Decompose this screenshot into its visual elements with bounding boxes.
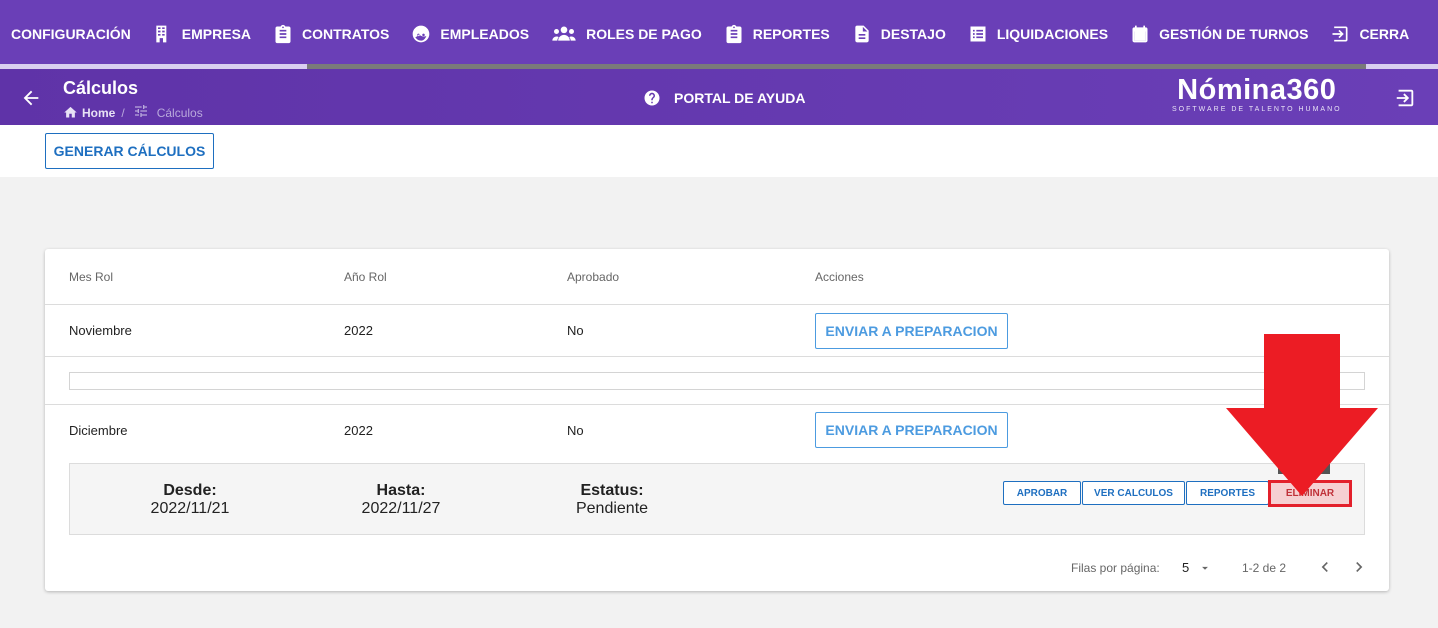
- cell-mes: Noviembre: [69, 323, 132, 338]
- chevron-right-icon: [1356, 562, 1363, 572]
- logo-brand: Nómina360: [1177, 74, 1337, 106]
- send-to-preparation-button[interactable]: ENVIAR A PREPARACION: [815, 412, 1008, 448]
- nav-label: LIQUIDACIONES: [996, 26, 1109, 42]
- breadcrumb: Home / Cálculos: [63, 103, 203, 122]
- document-icon: [855, 25, 869, 43]
- hasta-label: Hasta:: [376, 482, 426, 499]
- clipboard-icon: [275, 24, 291, 44]
- breadcrumb-separator: /: [121, 105, 125, 120]
- group-icon: [552, 26, 576, 41]
- breadcrumb-home[interactable]: Home: [82, 106, 115, 120]
- nav-label: CONFIGURACIÓN: [11, 26, 131, 42]
- view-calculations-button[interactable]: VER CALCULOS: [1082, 481, 1185, 505]
- logout-button[interactable]: [1394, 87, 1416, 109]
- help-label: PORTAL DE AYUDA: [674, 90, 806, 106]
- nav-label: CONTRATOS: [302, 26, 390, 42]
- empty-detail-panel: [69, 372, 1365, 390]
- nav-label: EMPRESA: [181, 26, 252, 42]
- nav-label: DESTAJO: [880, 26, 946, 42]
- nav-gestion-de-turnos[interactable]: GESTIÓN DE TURNOS: [1119, 0, 1319, 68]
- detail-hasta: Hasta: 2022/11/27: [341, 482, 461, 518]
- column-header-acciones: Acciones: [815, 270, 864, 284]
- building-icon: [156, 25, 167, 43]
- desde-value: 2022/11/21: [150, 500, 230, 517]
- send-to-preparation-button[interactable]: ENVIAR A PREPARACION: [815, 313, 1008, 349]
- column-header-mes-rol[interactable]: Mes Rol: [69, 270, 113, 284]
- nav-contratos[interactable]: CONTRATOS: [262, 0, 400, 68]
- page-header: Cálculos Home / Cálculos PORTAL DE AYUDA…: [0, 69, 1438, 125]
- approve-button[interactable]: APROBAR: [1003, 481, 1081, 505]
- list-icon: [970, 26, 986, 42]
- cell-aprobado: No: [567, 323, 584, 338]
- cell-mes: Diciembre: [69, 423, 128, 438]
- nav-roles-de-pago[interactable]: ROLES DE PAGO: [540, 0, 713, 68]
- hasta-value: 2022/11/27: [361, 500, 441, 517]
- rows-per-page-value: 5: [1182, 560, 1190, 575]
- clipboard-icon: [726, 24, 742, 44]
- generate-calculations-button[interactable]: GENERAR CÁLCULOS: [45, 133, 214, 169]
- nav-label: GESTIÓN DE TURNOS: [1159, 26, 1309, 42]
- nav-label: REPORTES: [752, 26, 830, 42]
- tune-icon: [131, 103, 157, 122]
- red-arrow-annotation: [1226, 334, 1378, 496]
- main-nav: CONFIGURACIÓN EMPRESA CONTRATOS EMPLEADO…: [0, 0, 1438, 68]
- nav-label: EMPLEADOS: [440, 26, 530, 42]
- row-detail-panel: Desde: 2022/11/21 Hasta: 2022/11/27 Esta…: [69, 463, 1365, 535]
- calculations-table: Mes Rol Año Rol Aprobado Acciones Noviem…: [45, 249, 1389, 591]
- face-icon: [413, 25, 430, 43]
- nav-reportes[interactable]: REPORTES: [713, 0, 841, 68]
- estatus-value: Pendiente: [575, 500, 649, 517]
- table-row[interactable]: Noviembre 2022 No ENVIAR A PREPARACION: [45, 305, 1389, 357]
- help-portal-link[interactable]: PORTAL DE AYUDA: [643, 89, 805, 107]
- page-title: Cálculos: [63, 78, 139, 98]
- back-button[interactable]: [20, 87, 42, 109]
- column-header-aprobado[interactable]: Aprobado: [567, 270, 619, 284]
- pagination: Filas por página: 5 1-2 de 2: [45, 544, 1389, 591]
- expanded-row-empty: [45, 357, 1389, 405]
- arrow-back-icon: [23, 90, 39, 106]
- dropdown-arrow-icon: [1202, 566, 1209, 570]
- rows-per-page-label: Filas por página:: [1071, 561, 1160, 575]
- nav-empleados[interactable]: EMPLEADOS: [400, 0, 540, 68]
- action-bar: GENERAR CÁLCULOS: [0, 125, 1438, 177]
- nav-empresa[interactable]: EMPRESA: [142, 0, 262, 68]
- nav-destajo[interactable]: DESTAJO: [841, 0, 957, 68]
- help-icon: [644, 90, 660, 106]
- calendar-icon: [1132, 25, 1148, 43]
- next-page-button[interactable]: [1349, 557, 1369, 577]
- table-row[interactable]: Diciembre 2022 No ENVIAR A PREPARACION: [45, 405, 1389, 457]
- nav-label: ROLES DE PAGO: [586, 26, 702, 42]
- nomina360-logo: Nómina360 SOFTWARE DE TALENTO HUMANO: [1172, 75, 1342, 113]
- chevron-left-icon: [1321, 562, 1328, 572]
- detail-estatus: Estatus: Pendiente: [552, 482, 672, 518]
- nav-cerrar[interactable]: CERRA: [1319, 0, 1420, 68]
- desde-label: Desde:: [163, 482, 217, 499]
- logo-tagline: SOFTWARE DE TALENTO HUMANO: [1172, 106, 1342, 113]
- logout-icon: [1396, 89, 1414, 107]
- rows-per-page-select[interactable]: 5: [1182, 560, 1212, 575]
- estatus-label: Estatus:: [580, 482, 644, 499]
- cell-anio: 2022: [344, 423, 373, 438]
- column-header-anio-rol[interactable]: Año Rol: [344, 270, 387, 284]
- detail-desde: Desde: 2022/11/21: [130, 482, 250, 518]
- cell-aprobado: No: [567, 423, 584, 438]
- page-range: 1-2 de 2: [1242, 561, 1287, 575]
- nav-label: CERRA: [1359, 26, 1410, 42]
- table-header: Mes Rol Año Rol Aprobado Acciones: [45, 249, 1389, 305]
- breadcrumb-current: Cálculos: [156, 105, 203, 120]
- cell-anio: 2022: [344, 323, 373, 338]
- logout-icon: [1332, 26, 1348, 42]
- previous-page-button[interactable]: [1315, 557, 1335, 577]
- nav-liquidaciones[interactable]: LIQUIDACIONES: [957, 0, 1119, 68]
- nav-configuracion[interactable]: CONFIGURACIÓN: [0, 0, 142, 68]
- home-icon: [64, 106, 77, 118]
